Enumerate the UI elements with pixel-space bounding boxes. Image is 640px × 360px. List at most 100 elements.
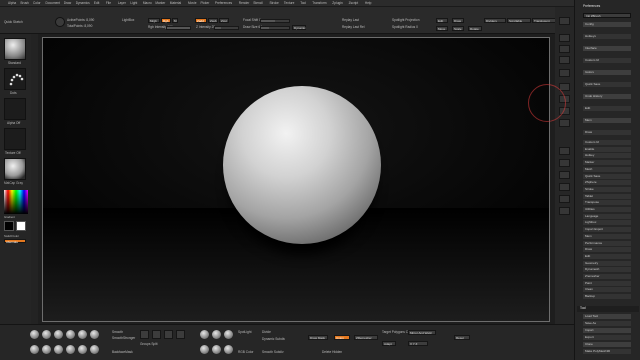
quick-sketch-icon[interactable] xyxy=(55,17,65,27)
menu-stencil[interactable]: Stencil xyxy=(253,1,263,5)
tray-item[interactable]: Icolors xyxy=(583,70,631,75)
z-intensity-slider[interactable] xyxy=(214,26,239,30)
tray-item[interactable]: Quick Save xyxy=(583,173,631,179)
tray-item[interactable]: Draw xyxy=(583,247,631,253)
tray-item[interactable]: Stroke xyxy=(583,186,631,192)
material-slot-6[interactable] xyxy=(224,345,233,354)
move-icon[interactable] xyxy=(559,159,570,167)
rgb-button[interactable]: Rgb xyxy=(161,18,171,23)
brush-slot-10[interactable] xyxy=(66,345,75,354)
tray-item[interactable]: Undo History xyxy=(583,94,631,99)
init-zbrush-button[interactable]: Init ZBrush xyxy=(583,13,631,18)
tray-item[interactable]: Draw xyxy=(583,130,631,135)
spotlight-radius[interactable]: Spotlight Radius 0 xyxy=(392,25,418,29)
alternate-button[interactable]: Alternate xyxy=(4,239,26,243)
aahalf-icon[interactable] xyxy=(559,69,570,77)
tray-item[interactable]: Enable xyxy=(583,146,631,152)
brush-slot-5[interactable] xyxy=(78,330,87,339)
menu-alpha[interactable]: Alpha xyxy=(8,1,16,5)
material-slot-2[interactable] xyxy=(212,330,221,339)
tray-item[interactable]: Clone xyxy=(583,342,631,347)
tray-item[interactable]: Geometry xyxy=(583,260,631,266)
brush-slot-4[interactable] xyxy=(66,330,75,339)
tray-item[interactable]: ZSphere xyxy=(583,180,631,186)
menu-movie[interactable]: Movie xyxy=(188,1,197,5)
alpha-thumbnail[interactable] xyxy=(4,98,26,120)
draw-size-slider[interactable] xyxy=(260,26,290,30)
scroll-icon[interactable] xyxy=(559,34,570,42)
actual-icon[interactable] xyxy=(559,56,570,64)
tray-item[interactable]: Import xyxy=(583,328,631,333)
mask-icon-1[interactable] xyxy=(140,330,149,339)
tray-item[interactable]: Hotkey xyxy=(583,153,631,159)
mrgb-button[interactable]: Mrgb xyxy=(148,18,160,23)
menu-light[interactable]: Light xyxy=(130,1,137,5)
brush-slot-12[interactable] xyxy=(90,345,99,354)
rotate-button[interactable]: Rotate xyxy=(468,26,482,31)
tray-item[interactable]: Export xyxy=(583,335,631,340)
secondary-color-swatch[interactable] xyxy=(4,221,14,231)
tray-item[interactable]: Interface xyxy=(583,46,631,51)
back-face-mask[interactable]: BackfaceMask xyxy=(112,350,133,354)
tray-item[interactable]: Paint xyxy=(583,280,631,286)
menu-marker[interactable]: Marker xyxy=(155,1,165,5)
tray-item[interactable]: Language xyxy=(583,213,631,219)
zadd-button[interactable]: Zadd xyxy=(195,18,207,23)
menu-file[interactable]: File xyxy=(106,1,111,5)
zremesher-button[interactable]: ZRemesher xyxy=(354,335,378,340)
brush-slot-6[interactable] xyxy=(90,330,99,339)
tray-item[interactable]: Config xyxy=(583,22,631,27)
m-button[interactable]: M xyxy=(172,18,178,23)
union-button[interactable]: Union xyxy=(334,335,350,340)
mask-icon-3[interactable] xyxy=(164,330,173,339)
zsub-button[interactable]: Zsub xyxy=(208,18,218,23)
texture-thumbnail[interactable] xyxy=(4,128,26,150)
mirror-weld-button[interactable]: Mirror And Weld xyxy=(408,330,436,335)
tray-item[interactable]: Custom UI xyxy=(583,58,631,63)
tray-item[interactable]: Tablet xyxy=(583,193,631,199)
quick-sketch-label[interactable]: Quick Sketch xyxy=(4,20,23,24)
tray-item[interactable]: Quick Save xyxy=(583,82,631,87)
tray-item[interactable]: Mem xyxy=(583,233,631,239)
mask-icon-4[interactable] xyxy=(176,330,185,339)
color-picker[interactable] xyxy=(4,190,28,214)
polyf-icon[interactable] xyxy=(559,195,570,203)
tray-item[interactable]: Hotkeys xyxy=(583,34,631,39)
tray-item[interactable]: Clean xyxy=(583,287,631,293)
material-thumbnail[interactable] xyxy=(4,158,26,180)
rotate-icon[interactable] xyxy=(559,183,570,191)
brush-slot-1[interactable] xyxy=(30,330,39,339)
dynamic-subdiv-label[interactable]: Dynamic Subdiv xyxy=(262,337,285,341)
menu-preferences[interactable]: Preferences xyxy=(215,1,232,5)
tray-item[interactable]: Load Tool xyxy=(583,314,631,319)
stroke-thumbnail[interactable] xyxy=(4,68,26,90)
smooth-label[interactable]: Smooth xyxy=(112,330,123,334)
rgb-intensity-slider[interactable] xyxy=(166,26,191,30)
spotlight-projection[interactable]: Spotlight Projection xyxy=(392,18,419,22)
reset-button[interactable]: Reset xyxy=(454,335,470,340)
brush-slot-11[interactable] xyxy=(78,345,87,354)
spotlight-button[interactable]: SpotLight xyxy=(238,330,251,334)
menu-document[interactable]: Document xyxy=(46,1,61,5)
tool-palette-header[interactable]: Tool xyxy=(577,306,639,312)
lightbox-button[interactable]: LightBox xyxy=(122,18,134,22)
material-slot-3[interactable] xyxy=(224,330,233,339)
material-slot-1[interactable] xyxy=(200,330,209,339)
rgb-color-label[interactable]: RGB Color xyxy=(238,350,253,354)
material-slot-4[interactable] xyxy=(200,345,209,354)
adapt-button[interactable]: Adapt xyxy=(382,341,396,346)
menu-zplugin[interactable]: Zplugin xyxy=(332,1,342,5)
tray-item[interactable]: Edit xyxy=(583,106,631,111)
mask-icon-2[interactable] xyxy=(152,330,161,339)
tray-title[interactable]: Preferences xyxy=(583,4,600,8)
move-button[interactable]: Move xyxy=(436,26,448,31)
tray-item[interactable]: Custom UI xyxy=(583,140,631,145)
bpr-icon[interactable] xyxy=(559,17,570,25)
menu-dynamics[interactable]: Dynamics xyxy=(76,1,90,5)
menu-layer[interactable]: Layer xyxy=(118,1,126,5)
tray-item[interactable]: Edit xyxy=(583,253,631,259)
edit-button[interactable]: Edit xyxy=(436,18,448,23)
tray-item[interactable]: Lightbox xyxy=(583,220,631,226)
replay-last-button[interactable]: Replay Last xyxy=(342,18,359,22)
menu-color[interactable]: Color xyxy=(33,1,41,5)
